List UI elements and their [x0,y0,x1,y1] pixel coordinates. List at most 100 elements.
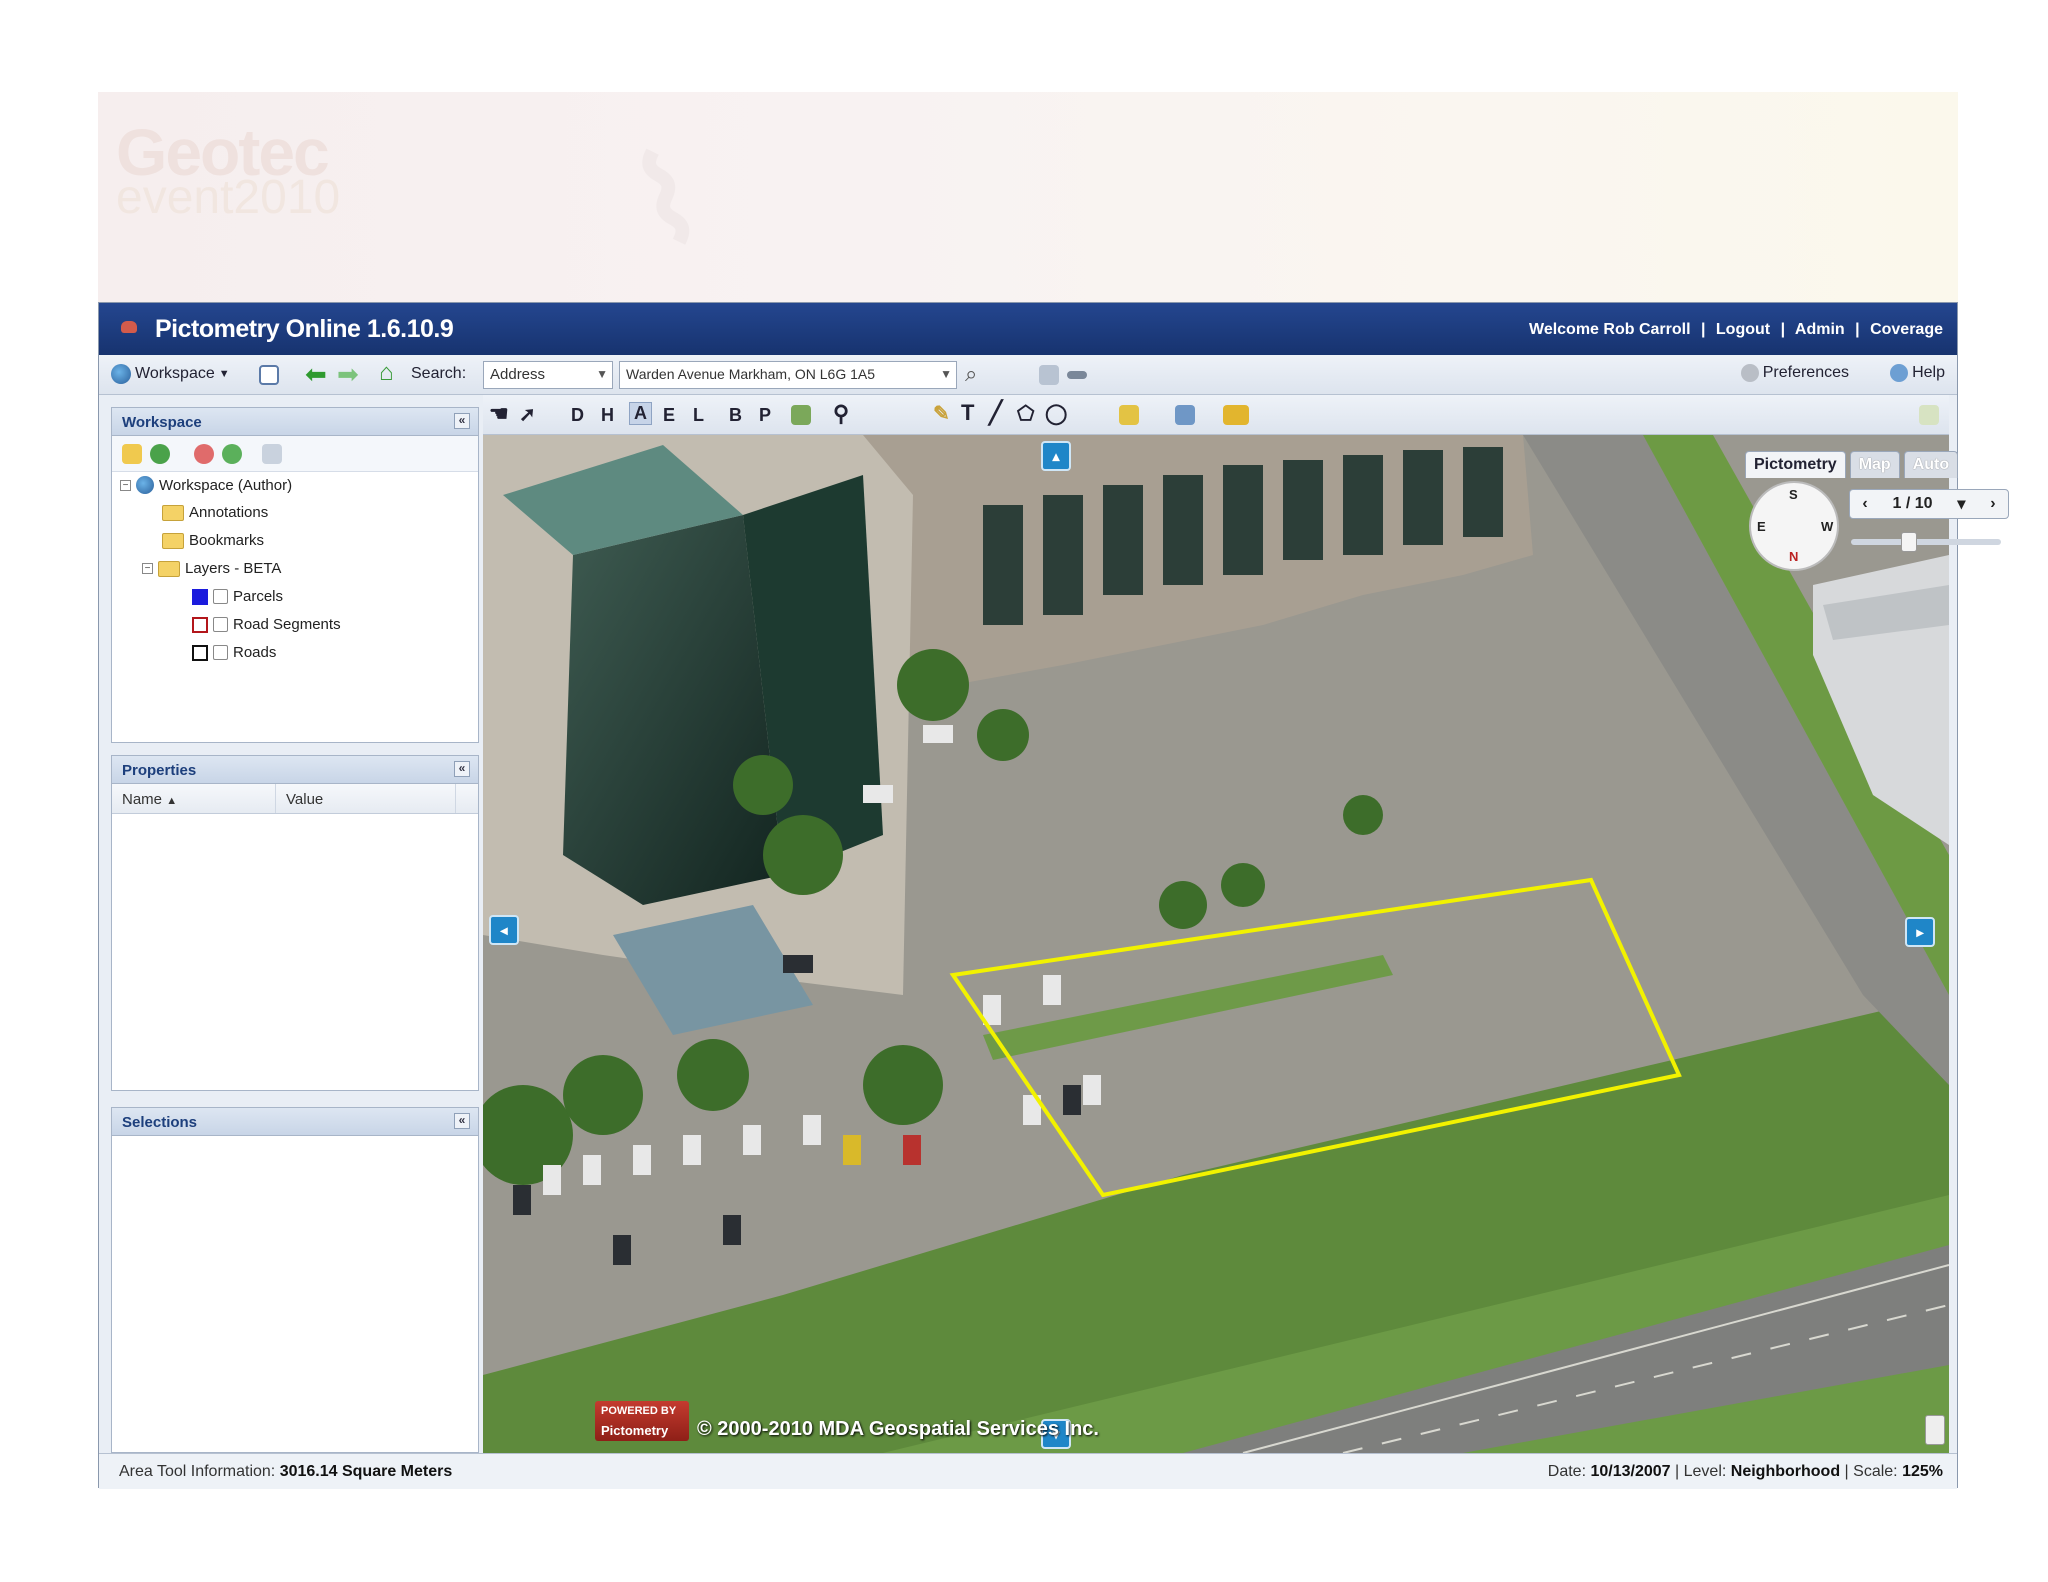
collapse-selections-button[interactable]: « [454,1113,470,1129]
workspace-menu-button[interactable]: Workspace ▼ [111,364,230,384]
preferences-button[interactable]: Preferences [1740,364,1849,382]
coverage-link[interactable]: Coverage [1870,321,1943,338]
zoom-slider[interactable] [1851,532,2001,552]
tree-item-layers[interactable]: − Layers - BETA [142,560,281,577]
tree-item-parcels[interactable]: Parcels [192,588,283,605]
delete-icon[interactable] [194,444,214,464]
column-header-value[interactable]: Value [276,784,456,813]
text-tool-button[interactable]: T [961,400,974,426]
export-icon[interactable] [1175,405,1195,425]
workspace-menu-label: Workspace [135,365,215,382]
search-address-input[interactable]: Warden Avenue Markham, ON L6G 1A5 ▼ [619,361,957,389]
status-separator: | [1675,1463,1680,1480]
admin-link[interactable]: Admin [1795,321,1845,338]
tree-item-annotations[interactable]: Annotations [162,504,268,521]
tree-label: Road Segments [233,616,341,633]
circle-tool-icon[interactable]: ◯ [1045,401,1067,426]
help-button[interactable]: Help [1890,364,1945,382]
welcome-text: Welcome Rob Carroll [1529,321,1691,338]
bearing-tool-button[interactable]: B [729,405,742,426]
zoom-slider-thumb[interactable] [1901,532,1917,552]
rotate-west-button[interactable]: ◂ [489,915,519,945]
workspace-panel: Workspace « − Workspace (Author) Annotat… [111,407,479,743]
location-tool-button[interactable]: L [693,405,704,426]
collapse-properties-button[interactable]: « [454,761,470,777]
image-index: 1 / 10 [1892,495,1933,512]
zoom-icon[interactable]: ⚲ [833,401,849,427]
oblique-aerial-map[interactable]: ▴ ◂ ▸ ▾ [483,435,1949,1453]
select-arrow-icon[interactable]: ➚ [519,402,536,427]
annotation-icon[interactable]: ✎ [933,401,950,426]
compass-east[interactable]: E [1757,519,1766,534]
selections-panel: Selections « [111,1107,479,1453]
tree-item-road-segments[interactable]: Road Segments [192,616,341,633]
tree-item-roads[interactable]: Roads [192,644,276,661]
compass-rose[interactable]: S E W N [1749,481,1839,571]
logout-link[interactable]: Logout [1716,321,1770,338]
previous-image-button[interactable]: ‹ [1862,495,1867,513]
tree-label: Annotations [189,504,269,521]
print-icon[interactable] [1223,405,1249,425]
area-tool-button[interactable]: A [629,402,652,425]
pictometry-app-window: Pictometry Online 1.6.10.9 Welcome Rob C… [98,302,2009,1489]
pan-hand-icon[interactable]: ☚ [489,401,509,427]
refresh-icon[interactable] [222,444,242,464]
highlighter-icon[interactable] [1119,405,1139,425]
pitch-tool-button[interactable]: P [759,405,771,426]
area-label: Area Tool Information: [119,1463,276,1480]
add-layer-icon[interactable] [150,444,170,464]
tab-map[interactable]: Map [1849,451,1900,478]
tree-item-workspace[interactable]: − Workspace (Author) [120,476,292,494]
tab-pictometry[interactable]: Pictometry [1745,451,1846,478]
collapse-workspace-button[interactable]: « [454,413,470,429]
collapse-tree-icon[interactable]: − [120,479,131,491]
tree-label: Parcels [233,588,284,605]
event-year-logo: event2010 [116,171,341,224]
window-icon[interactable] [259,365,279,385]
roads-checkbox[interactable] [213,645,228,660]
tree-item-bookmarks[interactable]: Bookmarks [162,532,264,549]
parcels-checkbox[interactable] [213,589,228,604]
forward-arrow-icon[interactable]: ➡ [337,359,359,390]
polygon-tool-icon[interactable]: ⬠ [1017,401,1034,426]
link-separator: | [1780,321,1786,338]
elevation-tool-button[interactable]: E [663,405,675,426]
compass-west[interactable]: W [1821,519,1833,534]
search-type-select[interactable]: Address ▼ [483,361,613,389]
view-options-icon[interactable] [262,444,282,464]
rotate-east-button[interactable]: ▸ [1905,917,1935,947]
eraser-icon[interactable] [1919,405,1939,425]
search-icon[interactable]: ⌕ [965,361,977,387]
sort-icon: ▲ [166,795,178,807]
next-image-button[interactable]: › [1990,495,1995,513]
layers-icon[interactable] [1039,365,1059,385]
line-tool-icon[interactable]: ╱ [989,400,1002,426]
area-tool-info: Area Tool Information: 3016.14 Square Me… [119,1463,452,1481]
compass-north[interactable]: N [1789,549,1798,564]
add-folder-icon[interactable] [122,444,142,464]
chevron-down-icon[interactable]: ▾ [1957,494,1965,514]
rotate-north-button[interactable]: ▴ [1041,441,1071,471]
globe-icon [136,476,154,494]
column-header-name[interactable]: Name ▲ [112,784,276,813]
home-icon[interactable]: ⌂ [379,359,394,387]
height-tool-button[interactable]: H [601,405,614,426]
image-map-icon[interactable] [791,405,811,425]
view-navigation-widget: Pictometry Map Auto S E W N ‹ 1 / 10 ▾ › [1733,445,2013,600]
link-separator: | [1855,321,1860,338]
search-label: Search: [411,365,467,382]
tab-auto[interactable]: Auto [1903,451,1959,478]
road-segments-checkbox[interactable] [213,617,228,632]
compass-south[interactable]: S [1789,487,1798,502]
search-address-value: Warden Avenue Markham, ON L6G 1A5 [626,366,876,382]
powered-by-text: POWERED BY [601,1405,677,1417]
ruler-icon[interactable] [1067,371,1087,379]
collapse-tree-icon[interactable]: − [142,563,153,574]
aerial-image [483,435,1949,1453]
column-value-label: Value [286,791,324,808]
scale-label: Scale: [1853,1463,1898,1480]
map-scroll-handle[interactable] [1925,1415,1945,1445]
back-arrow-icon[interactable]: ⬅ [305,359,327,390]
distance-tool-button[interactable]: D [571,405,584,426]
workspace-panel-header: Workspace « [112,408,478,436]
